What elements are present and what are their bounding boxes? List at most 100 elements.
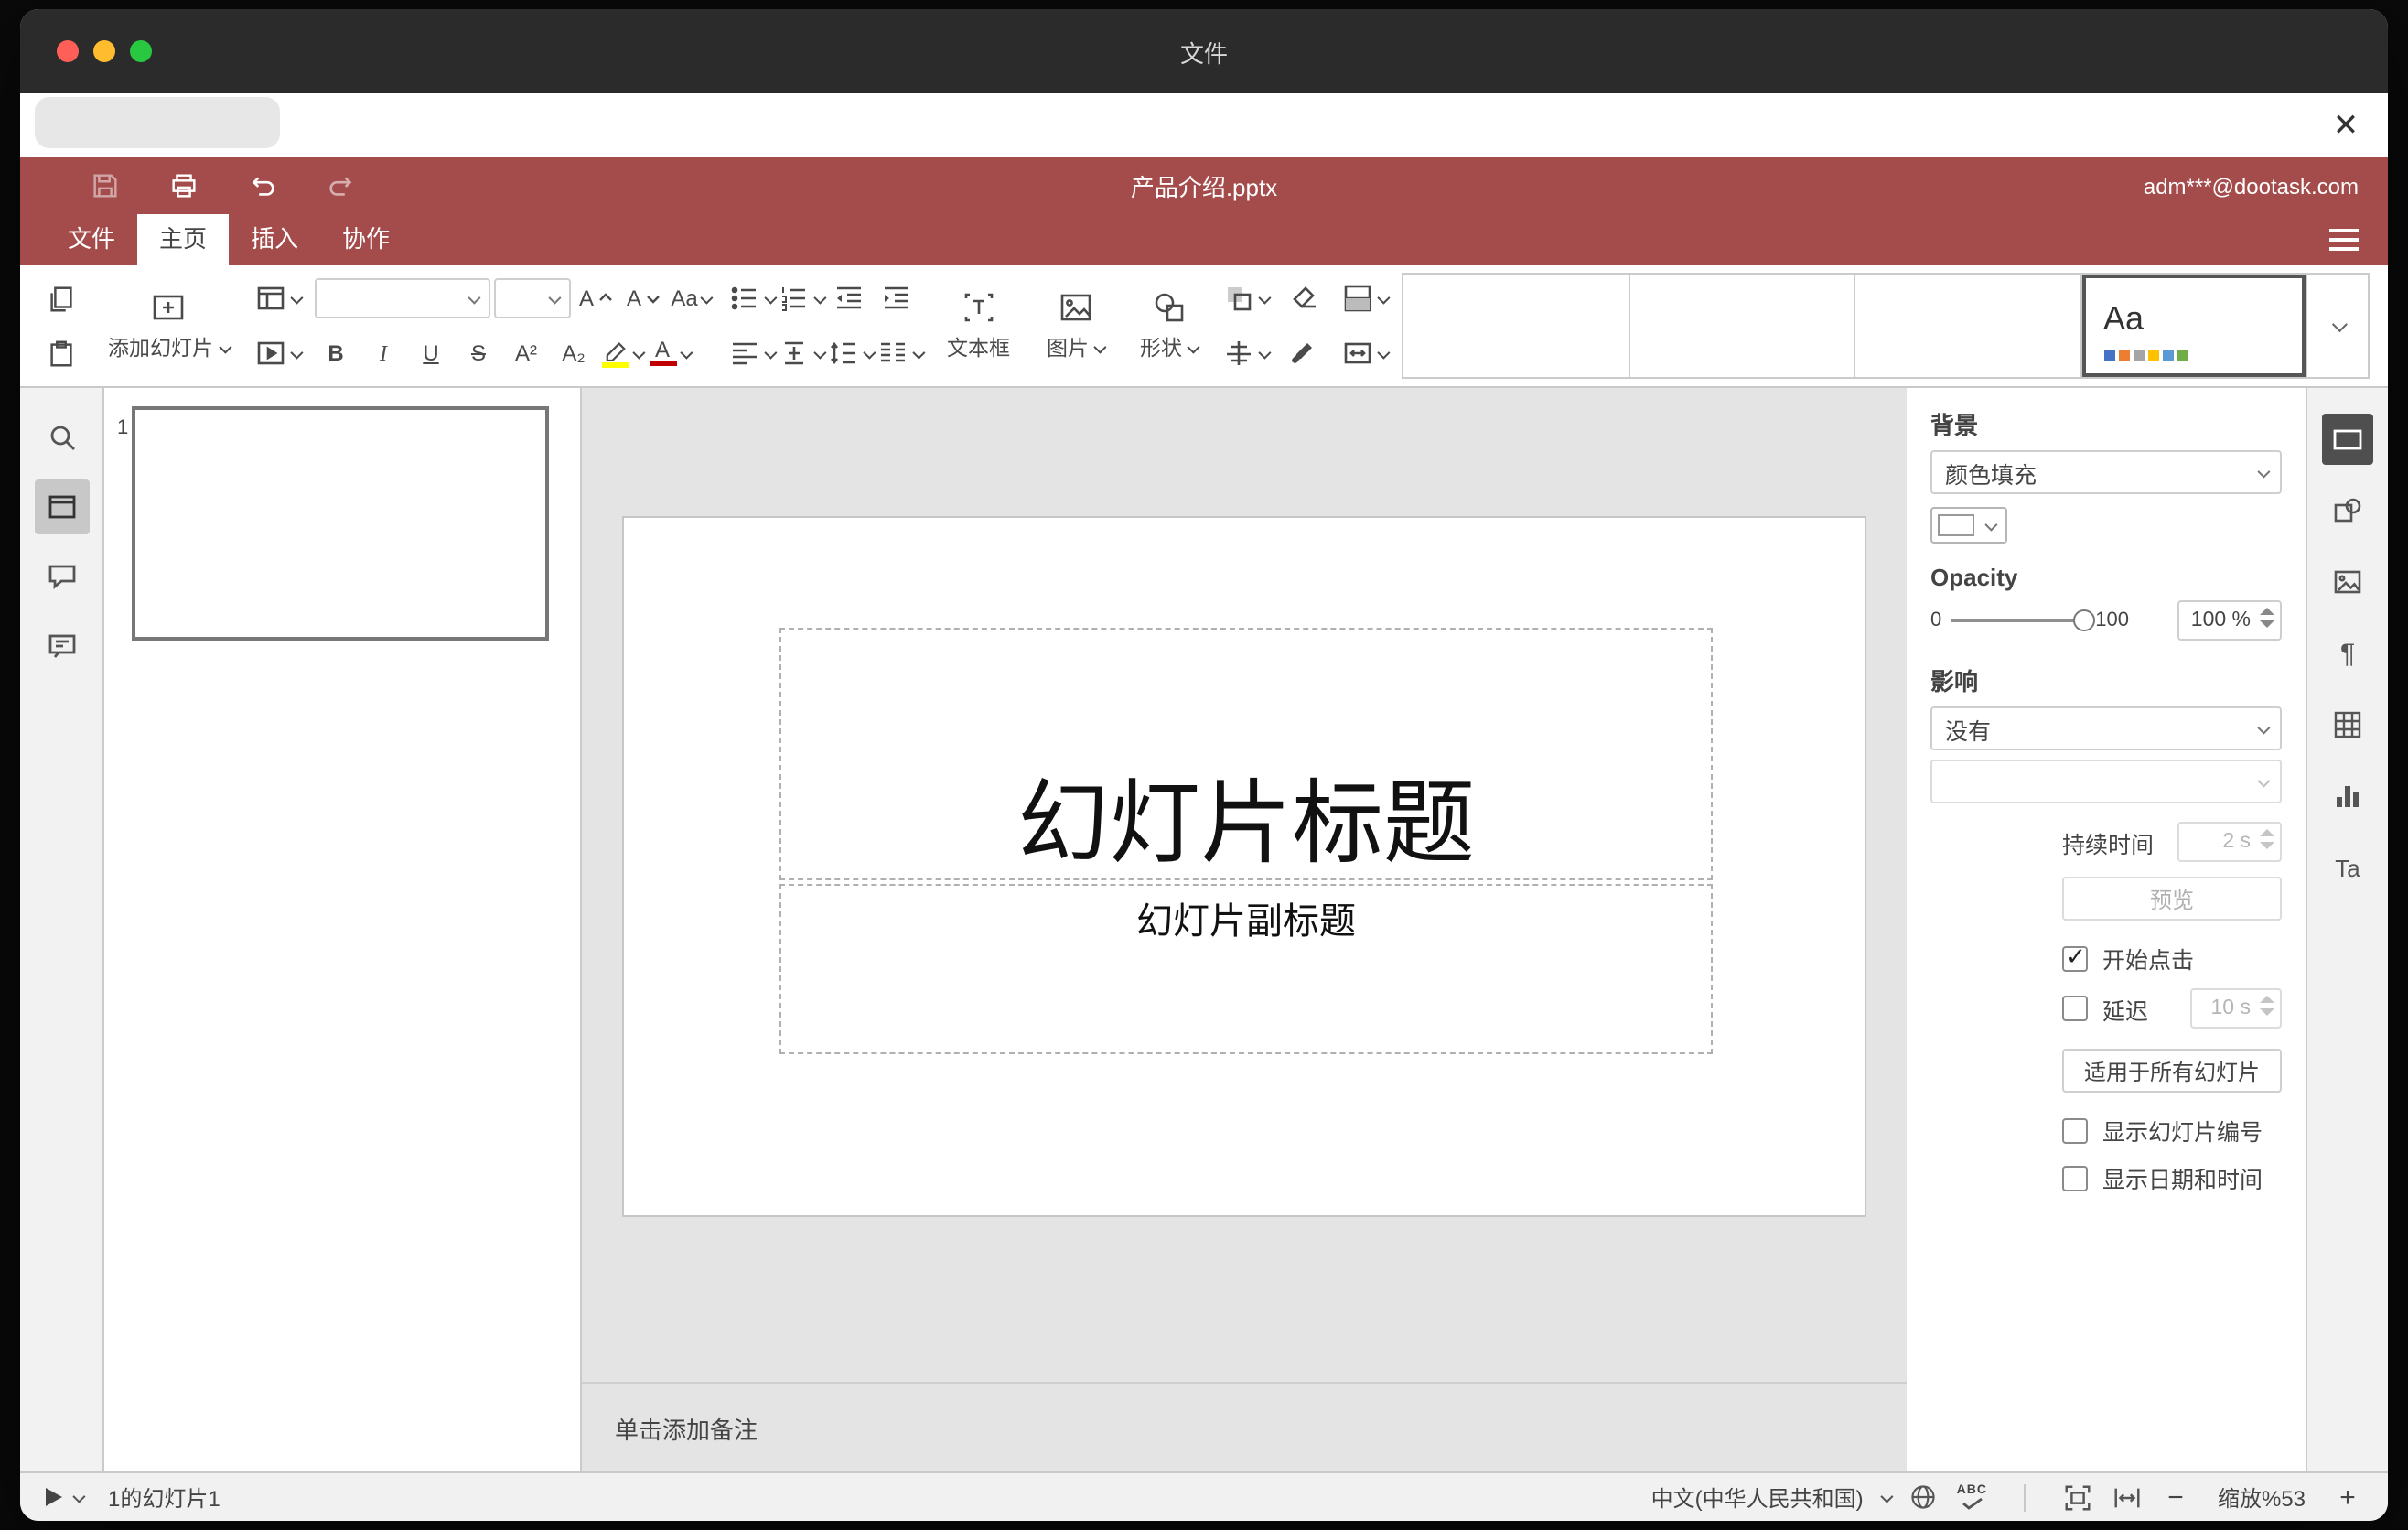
- copy-style-icon[interactable]: [1283, 331, 1327, 375]
- undo-icon[interactable]: [247, 170, 278, 201]
- tab-file[interactable]: 文件: [46, 214, 137, 265]
- show-slide-number-checkbox[interactable]: [2062, 1117, 2088, 1143]
- minimize-traffic-light[interactable]: [93, 40, 115, 62]
- apply-all-button[interactable]: 适用于所有幻灯片: [2062, 1049, 2282, 1093]
- spellcheck-icon[interactable]: ABC: [1957, 1484, 1987, 1510]
- close-traffic-light[interactable]: [57, 40, 79, 62]
- subtitle-placeholder[interactable]: 幻灯片副标题: [779, 884, 1713, 1054]
- opacity-value-input[interactable]: 100 %: [2177, 600, 2282, 641]
- delay-spinner[interactable]: [2260, 996, 2274, 1016]
- language-select-icon[interactable]: [1880, 1489, 1895, 1503]
- preview-button[interactable]: 预览: [2062, 877, 2282, 921]
- start-slideshow-icon[interactable]: [253, 331, 303, 375]
- zoom-traffic-light[interactable]: [130, 40, 152, 62]
- bullet-list-icon[interactable]: [727, 276, 777, 320]
- subscript-icon[interactable]: A₂: [552, 331, 596, 375]
- opacity-spinner[interactable]: [2260, 608, 2274, 628]
- document-language-icon[interactable]: [1909, 1482, 1939, 1512]
- font-color-icon[interactable]: A: [647, 331, 693, 375]
- redo-icon[interactable]: [326, 170, 357, 201]
- tab-home[interactable]: 主页: [137, 214, 230, 265]
- start-on-click-checkbox[interactable]: [2062, 942, 2088, 971]
- textbox-button[interactable]: 文本框: [936, 271, 1021, 381]
- color-scheme-icon[interactable]: [1341, 276, 1391, 320]
- theme-gallery-expand-icon[interactable]: [2306, 275, 2368, 377]
- slide-settings-icon[interactable]: [2322, 414, 2373, 465]
- align-shape-icon[interactable]: [1222, 331, 1272, 375]
- superscript-icon[interactable]: A²: [504, 331, 548, 375]
- bold-icon[interactable]: B: [314, 331, 358, 375]
- horizontal-align-icon[interactable]: [727, 331, 777, 375]
- tab-collaboration[interactable]: 协作: [320, 214, 412, 265]
- theme-cell-2[interactable]: [1628, 275, 1854, 377]
- notes-area[interactable]: 单击添加备注: [582, 1382, 1907, 1471]
- decrease-font-icon[interactable]: A: [621, 276, 665, 320]
- fit-slide-icon[interactable]: [2062, 1482, 2093, 1513]
- text-art-settings-icon[interactable]: Ta: [2322, 842, 2373, 893]
- arrange-shape-icon[interactable]: [1222, 276, 1272, 320]
- zoom-in-icon[interactable]: +: [2333, 1482, 2362, 1513]
- decrease-indent-icon[interactable]: [826, 276, 870, 320]
- change-layout-icon[interactable]: [253, 276, 303, 320]
- start-slideshow-status-icon[interactable]: [46, 1488, 62, 1506]
- chat-icon[interactable]: [34, 619, 89, 673]
- slide-size-icon[interactable]: [1341, 331, 1391, 375]
- add-slide-button[interactable]: 添加幻灯片: [97, 271, 239, 381]
- highlight-color-icon[interactable]: [599, 331, 645, 375]
- shape-settings-icon[interactable]: [2322, 485, 2373, 536]
- fit-width-icon[interactable]: [2112, 1482, 2143, 1513]
- search-icon[interactable]: [34, 410, 89, 465]
- columns-icon[interactable]: [876, 331, 925, 375]
- image-settings-icon[interactable]: [2322, 556, 2373, 608]
- effect-variant-select[interactable]: [1930, 760, 2282, 803]
- italic-icon[interactable]: I: [361, 331, 405, 375]
- effect-select[interactable]: 没有: [1930, 706, 2282, 750]
- clear-style-icon[interactable]: [1283, 276, 1327, 320]
- title-placeholder[interactable]: 幻灯片标题: [779, 628, 1713, 880]
- opacity-slider[interactable]: [1951, 609, 2096, 631]
- chart-settings-icon[interactable]: [2322, 770, 2373, 822]
- opacity-slider-knob[interactable]: [2073, 609, 2096, 631]
- copy-icon[interactable]: [38, 276, 82, 320]
- theme-cell-3[interactable]: [1854, 275, 2080, 377]
- vertical-align-icon[interactable]: [777, 331, 826, 375]
- theme-cell-selected[interactable]: Aa: [2080, 275, 2306, 377]
- duration-input[interactable]: 2 s: [2177, 822, 2282, 862]
- slides-panel-icon[interactable]: [34, 479, 89, 534]
- slide-thumbnail-1[interactable]: [132, 406, 549, 641]
- menu-icon[interactable]: [2329, 229, 2359, 251]
- slideshow-options-icon[interactable]: [72, 1489, 86, 1503]
- line-spacing-icon[interactable]: [826, 331, 876, 375]
- theme-cell-1[interactable]: [1403, 275, 1628, 377]
- fill-color-swatch[interactable]: [1930, 507, 2007, 544]
- fill-type-select[interactable]: 颜色填充: [1930, 450, 2282, 494]
- change-case-icon[interactable]: Aa: [669, 276, 715, 320]
- strikethrough-icon[interactable]: S: [457, 331, 500, 375]
- language-label[interactable]: 中文(中华人民共和国): [1651, 1482, 1864, 1513]
- underline-icon[interactable]: U: [409, 331, 453, 375]
- zoom-level-label: 缩放%53: [2217, 1485, 2306, 1511]
- close-icon[interactable]: ✕: [2322, 102, 2370, 149]
- duration-spinner[interactable]: [2260, 829, 2274, 849]
- slide-canvas[interactable]: 幻灯片标题 幻灯片副标题: [582, 388, 1907, 1382]
- paste-icon[interactable]: [38, 331, 82, 375]
- print-icon[interactable]: [168, 170, 199, 201]
- slide-1[interactable]: 幻灯片标题 幻灯片副标题: [622, 516, 1866, 1217]
- table-settings-icon[interactable]: [2322, 699, 2373, 750]
- zoom-out-icon[interactable]: −: [2161, 1482, 2190, 1513]
- shape-button[interactable]: 形状: [1129, 271, 1208, 381]
- font-name-select[interactable]: [314, 278, 489, 318]
- paragraph-settings-icon[interactable]: ¶: [2322, 628, 2373, 679]
- numbered-list-icon[interactable]: [777, 276, 826, 320]
- image-button[interactable]: 图片: [1036, 271, 1114, 381]
- font-size-select[interactable]: [493, 278, 570, 318]
- effect-label: 影响: [1930, 668, 1979, 695]
- delay-checkbox[interactable]: [2062, 996, 2088, 1021]
- delay-input[interactable]: 10 s: [2190, 988, 2282, 1029]
- increase-font-icon[interactable]: A: [574, 276, 618, 320]
- increase-indent-icon[interactable]: [874, 276, 918, 320]
- tab-insert[interactable]: 插入: [229, 214, 320, 265]
- comments-icon[interactable]: [34, 549, 89, 604]
- save-icon[interactable]: [90, 170, 121, 201]
- show-date-time-checkbox[interactable]: [2062, 1165, 2088, 1191]
